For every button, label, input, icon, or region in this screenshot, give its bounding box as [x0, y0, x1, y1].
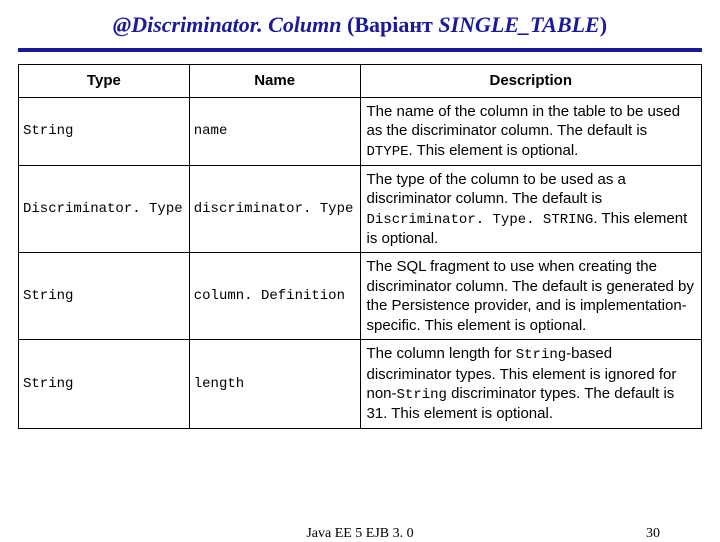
- header-name: Name: [189, 65, 360, 98]
- cell-description: The name of the column in the table to b…: [360, 97, 702, 165]
- cell-type: String: [19, 340, 190, 428]
- header-description: Description: [360, 65, 702, 98]
- table-row: String length The column length for Stri…: [19, 340, 702, 428]
- title-rule: [18, 48, 702, 52]
- attributes-table: Type Name Description String name The na…: [18, 64, 702, 429]
- cell-description: The SQL fragment to use when creating th…: [360, 253, 702, 340]
- desc-code: Discriminator. Type. STRING: [367, 212, 594, 228]
- desc-code: String: [397, 387, 447, 403]
- slide: @Discriminator. Column (Варіант SINGLE_T…: [0, 0, 720, 540]
- title-variant: Варіант: [354, 12, 438, 37]
- cell-name: discriminator. Type: [189, 165, 360, 253]
- table-header-row: Type Name Description: [19, 65, 702, 98]
- table-row: Discriminator. Type discriminator. Type …: [19, 165, 702, 253]
- header-type: Type: [19, 65, 190, 98]
- desc-text: The SQL fragment to use when creating th…: [367, 258, 694, 334]
- table-row: String name The name of the column in th…: [19, 97, 702, 165]
- cell-description: The type of the column to be used as a d…: [360, 165, 702, 253]
- cell-name: length: [189, 340, 360, 428]
- title-single-table: SINGLE_TABLE: [438, 12, 599, 37]
- slide-title: @Discriminator. Column (Варіант SINGLE_T…: [18, 12, 702, 38]
- cell-type: String: [19, 97, 190, 165]
- desc-text: The type of the column to be used as a d…: [367, 171, 626, 208]
- title-paren-open: (: [342, 12, 355, 37]
- title-paren-close: ): [600, 12, 607, 37]
- title-annotation: @Discriminator. Column: [113, 12, 342, 37]
- desc-text: The column length for: [367, 345, 516, 362]
- cell-name: name: [189, 97, 360, 165]
- desc-code: String: [516, 347, 566, 363]
- cell-type: Discriminator. Type: [19, 165, 190, 253]
- desc-code: DTYPE: [367, 144, 409, 160]
- cell-description: The column length for String-based discr…: [360, 340, 702, 428]
- desc-text: . This element is optional.: [409, 142, 579, 159]
- cell-type: String: [19, 253, 190, 340]
- desc-text: The name of the column in the table to b…: [367, 103, 681, 140]
- cell-name: column. Definition: [189, 253, 360, 340]
- table-row: String column. Definition The SQL fragme…: [19, 253, 702, 340]
